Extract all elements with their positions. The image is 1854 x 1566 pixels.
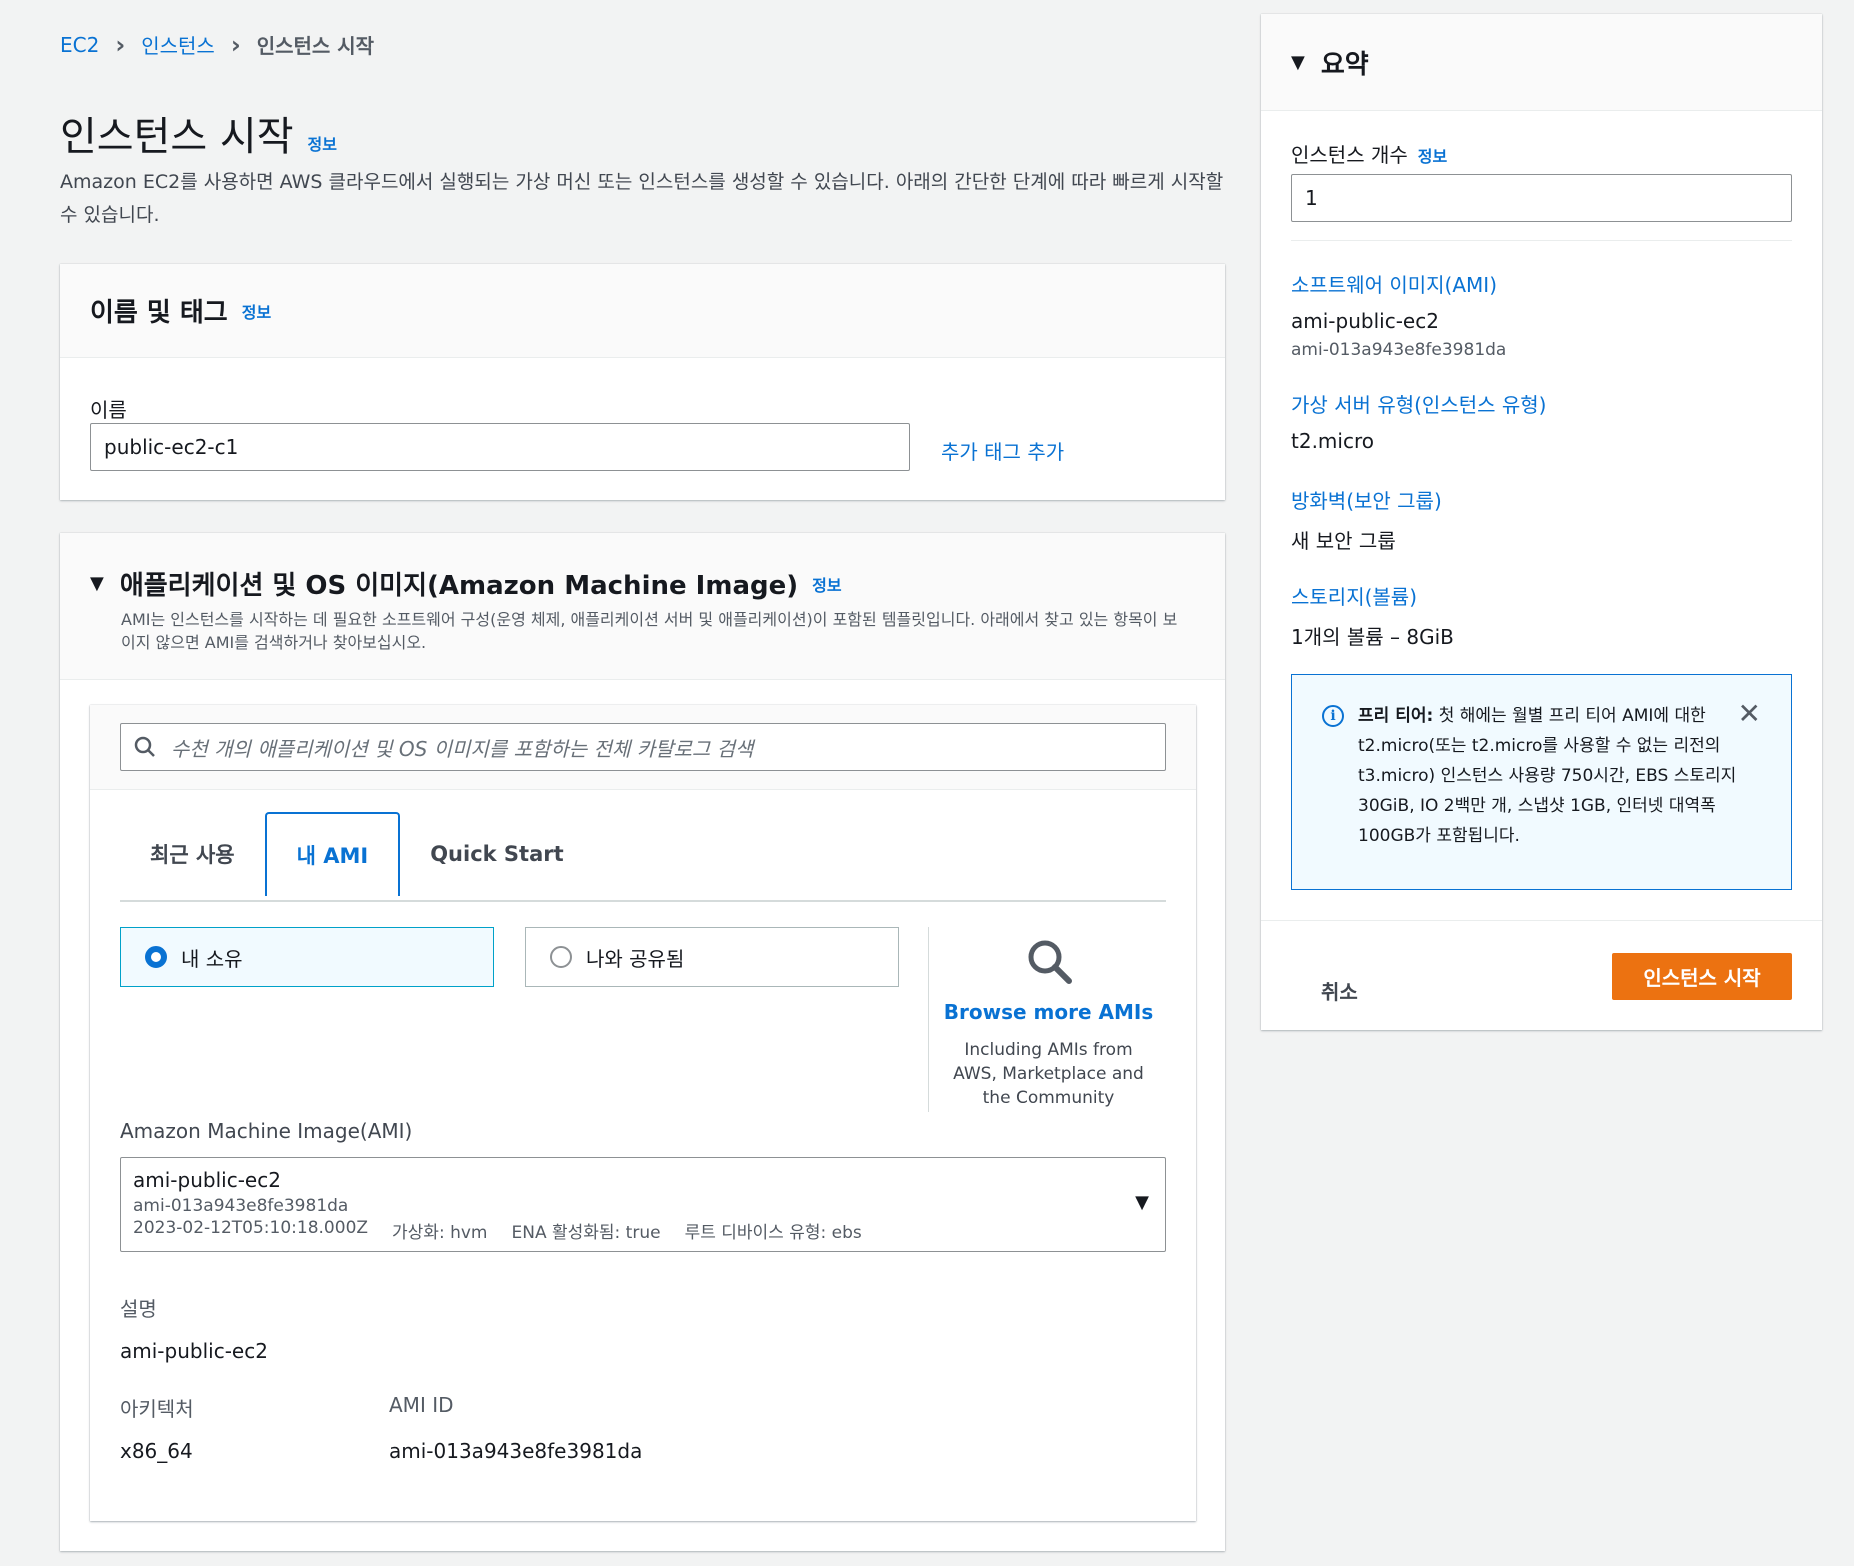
ami-title-row[interactable]: ▼ 애플리케이션 및 OS 이미지(Amazon Machine Image) … — [90, 565, 1195, 602]
instance-count-value: 1 — [1305, 186, 1318, 210]
ami-selected-ena: ENA 활성화됨: true — [511, 1223, 661, 1243]
ami-selected-date: 2023-02-12T05:10:18.000Z — [133, 1218, 369, 1238]
ami-selected-meta: 2023-02-12T05:10:18.000Z 가상화: hvm ENA 활성… — [133, 1218, 1153, 1243]
ami-description: AMI는 인스턴스를 시작하는 데 필요한 소프트웨어 구성(운영 체제, 애플… — [121, 610, 1178, 652]
breadcrumb-instances[interactable]: 인스턴스 — [141, 30, 215, 59]
owned-by-me-label: 내 소유 — [181, 946, 243, 971]
breadcrumb-current: 인스턴스 시작 — [256, 34, 375, 58]
description-label: 설명 — [120, 1297, 157, 1321]
name-input[interactable]: public-ec2-c1 — [90, 423, 910, 471]
caret-down-icon[interactable]: ▼ — [1135, 1192, 1149, 1213]
launch-instance-button[interactable]: 인스턴스 시작 — [1612, 953, 1792, 1000]
page-title: 인스턴스 시작 정보 — [60, 104, 337, 162]
architecture-label: 아키텍처 — [120, 1397, 194, 1421]
browse-more-amis-sub: Including AMIs from AWS, Marketplace and… — [953, 1040, 1144, 1108]
software-image-link[interactable]: 소프트웨어 이미지(AMI) — [1291, 269, 1497, 298]
magnifier-icon[interactable] — [1025, 937, 1073, 985]
free-tier-alert: i ✕ 프리 티어: 첫 해에는 월별 프리 티어 AMI에 대한 t2.mic… — [1291, 674, 1792, 890]
summary-header[interactable]: ▼ 요약 — [1261, 14, 1822, 111]
chevron-right-icon: › — [115, 30, 126, 59]
tab-my-ami[interactable]: 내 AMI — [264, 812, 401, 896]
ami-id-label: AMI ID — [389, 1393, 454, 1417]
firewall-value: 새 보안 그룹 — [1291, 529, 1396, 553]
search-icon — [134, 736, 155, 757]
ami-selected-virtualization: 가상화: hvm — [392, 1223, 488, 1243]
collapse-triangle-icon[interactable]: ▼ — [90, 573, 104, 594]
ami-tabs: 최근 사용 내 AMI Quick Start — [120, 812, 1166, 902]
ami-search-placeholder: 수천 개의 애플리케이션 및 OS 이미지를 포함하는 전체 카탈로그 검색 — [171, 736, 754, 761]
storage-link[interactable]: 스토리지(볼륨) — [1291, 581, 1417, 610]
footer-divider — [1261, 920, 1822, 921]
name-tags-panel: 이름 및 태그 정보 이름 public-ec2-c1 추가 태그 추가 — [60, 264, 1225, 500]
name-tags-info-link[interactable]: 정보 — [242, 299, 271, 323]
page-info-link[interactable]: 정보 — [308, 131, 337, 155]
browse-more-amis-link[interactable]: Browse more AMIs — [929, 1000, 1168, 1024]
software-image-name: ami-public-ec2 — [1291, 309, 1439, 333]
instance-count-label-row: 인스턴스 개수 정보 — [1291, 139, 1447, 168]
instance-count-input[interactable]: 1 — [1291, 174, 1792, 222]
page-description: Amazon EC2를 사용하면 AWS 클라우드에서 실행되는 가상 머신 또… — [60, 171, 1224, 226]
radio-shared[interactable] — [550, 946, 572, 968]
owned-by-me-option[interactable]: 내 소유 — [120, 927, 494, 987]
ami-header: ▼ 애플리케이션 및 OS 이미지(Amazon Machine Image) … — [60, 533, 1225, 680]
ami-select-label: Amazon Machine Image(AMI) — [120, 1119, 413, 1143]
instance-count-info-link[interactable]: 정보 — [1418, 143, 1447, 167]
ami-selector-box: 수천 개의 애플리케이션 및 OS 이미지를 포함하는 전체 카탈로그 검색 최… — [90, 705, 1196, 1521]
ami-selected-root-device: 루트 디바이스 유형: ebs — [684, 1223, 862, 1243]
ami-search-area: 수천 개의 애플리케이션 및 OS 이미지를 포함하는 전체 카탈로그 검색 — [90, 705, 1196, 790]
tab-quick-start[interactable]: Quick Start — [400, 812, 593, 896]
shared-with-me-label: 나와 공유됨 — [586, 946, 685, 971]
tab-recent[interactable]: 최근 사용 — [120, 812, 265, 896]
name-label: 이름 — [90, 398, 127, 422]
ami-info-link[interactable]: 정보 — [812, 572, 841, 596]
summary-title: 요약 — [1320, 49, 1369, 80]
cancel-button[interactable]: 취소 — [1321, 976, 1358, 1005]
breadcrumb-ec2[interactable]: EC2 — [60, 33, 99, 57]
breadcrumb: EC2 › 인스턴스 › 인스턴스 시작 — [60, 30, 374, 59]
close-icon[interactable]: ✕ — [1738, 699, 1761, 729]
divider — [1291, 240, 1792, 241]
storage-value: 1개의 볼륨 – 8GiB — [1291, 625, 1454, 649]
chevron-right-icon: › — [230, 30, 241, 59]
software-image-id: ami-013a943e8fe3981da — [1291, 340, 1507, 360]
shared-with-me-option[interactable]: 나와 공유됨 — [525, 927, 899, 987]
description-value: ami-public-ec2 — [120, 1339, 268, 1363]
browse-amis: Browse more AMIs Including AMIs from AWS… — [928, 927, 1168, 1112]
name-input-value: public-ec2-c1 — [104, 435, 239, 459]
ami-select-dropdown[interactable]: ami-public-ec2 ami-013a943e8fe3981da 202… — [120, 1157, 1166, 1252]
collapse-triangle-icon[interactable]: ▼ — [1291, 52, 1305, 73]
ami-panel: ▼ 애플리케이션 및 OS 이미지(Amazon Machine Image) … — [60, 533, 1225, 1551]
free-tier-text: 첫 해에는 월별 프리 티어 AMI에 대한 t2.micro(또는 t2.mi… — [1358, 706, 1737, 846]
name-tags-title: 이름 및 태그 — [90, 298, 228, 328]
name-tags-header: 이름 및 태그 정보 — [60, 264, 1225, 358]
ami-search-input[interactable]: 수천 개의 애플리케이션 및 OS 이미지를 포함하는 전체 카탈로그 검색 — [120, 723, 1166, 771]
free-tier-title: 프리 티어: — [1358, 706, 1434, 726]
architecture-value: x86_64 — [120, 1439, 193, 1463]
radio-owned-selected[interactable] — [145, 946, 167, 968]
page-title-text: 인스턴스 시작 — [60, 114, 294, 160]
instance-count-label: 인스턴스 개수 — [1291, 143, 1408, 167]
ami-selected-name: ami-public-ec2 — [133, 1168, 281, 1192]
info-icon: i — [1322, 705, 1344, 727]
summary-panel: ▼ 요약 인스턴스 개수 정보 1 소프트웨어 이미지(AMI) ami-pub… — [1261, 14, 1822, 1030]
instance-type-link[interactable]: 가상 서버 유형(인스턴스 유형) — [1291, 389, 1546, 418]
add-tags-link[interactable]: 추가 태그 추가 — [941, 436, 1064, 465]
instance-type-value: t2.micro — [1291, 429, 1374, 453]
firewall-link[interactable]: 방화벽(보안 그룹) — [1291, 485, 1442, 514]
ami-title: 애플리케이션 및 OS 이미지(Amazon Machine Image) — [119, 571, 799, 601]
ami-selected-id: ami-013a943e8fe3981da — [133, 1196, 349, 1216]
ami-id-value: ami-013a943e8fe3981da — [389, 1439, 643, 1463]
